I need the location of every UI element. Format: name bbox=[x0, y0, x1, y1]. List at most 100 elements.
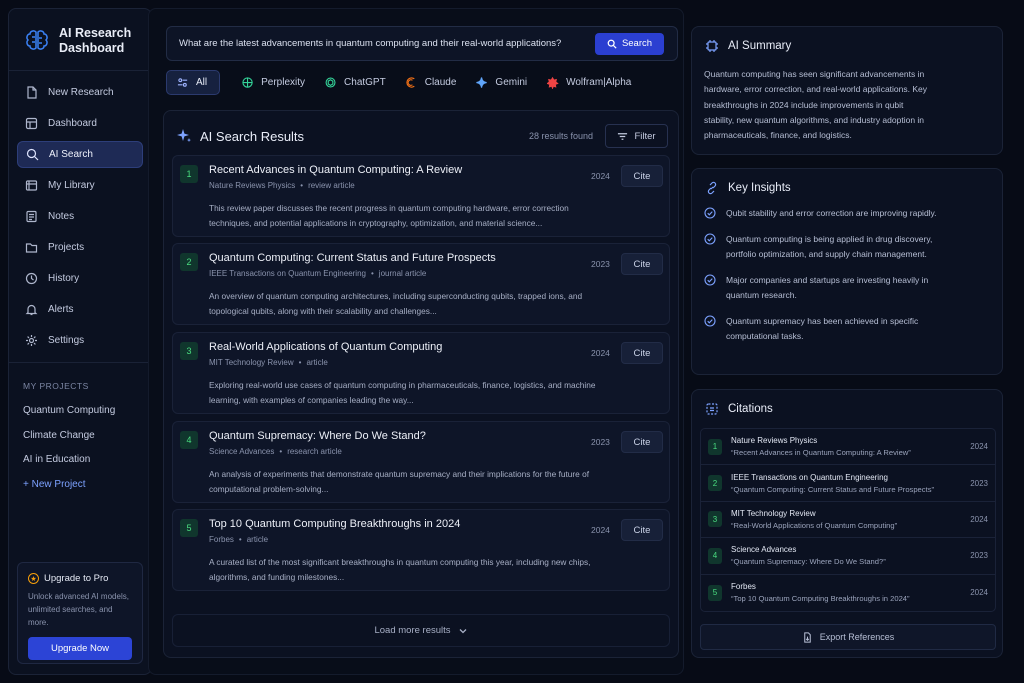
sidebar-item-label: Projects bbox=[48, 242, 85, 253]
check-circle-icon bbox=[704, 274, 716, 286]
tab-label: Perplexity bbox=[261, 77, 306, 88]
result-card[interactable]: 1 Recent Advances in Quantum Computing: A… bbox=[172, 155, 670, 237]
result-type: research article bbox=[287, 447, 342, 456]
insight-item: Qubit stability and error correction are… bbox=[692, 206, 1002, 221]
sidebar-item-dashboard[interactable]: Dashboard bbox=[17, 110, 143, 137]
load-more-button[interactable]: Load more results bbox=[172, 614, 670, 647]
result-number-badge: 1 bbox=[180, 165, 198, 183]
citation-body: MIT Technology Review “Real-World Applica… bbox=[731, 509, 970, 530]
separator-dot: • bbox=[298, 358, 302, 367]
upgrade-description: Unlock advanced AI models, unlimited sea… bbox=[28, 592, 129, 627]
result-title[interactable]: Quantum Supremacy: Where Do We Stand? bbox=[209, 430, 426, 442]
sidebar-item-settings[interactable]: Settings bbox=[17, 327, 143, 354]
sidebar-item-my-library[interactable]: My Library bbox=[17, 172, 143, 199]
citation-year: 2023 bbox=[970, 551, 988, 561]
result-snippet: Exploring real-world use cases of quantu… bbox=[209, 380, 596, 405]
citation-year: 2024 bbox=[970, 588, 988, 598]
insight-text: Qubit stability and error correction are… bbox=[726, 208, 937, 218]
citation-year: 2023 bbox=[970, 478, 988, 488]
source-tabs: All Perplexity ChatGPT Claude Gemini Wolfram|… bbox=[166, 70, 651, 95]
tab-label: ChatGPT bbox=[344, 77, 386, 88]
citation-row[interactable]: 2 IEEE Transactions on Quantum Engineerin… bbox=[701, 465, 995, 502]
citation-number-badge: 2 bbox=[708, 475, 722, 492]
citation-row[interactable]: 1 Nature Reviews Physics “Recent Advances … bbox=[701, 429, 995, 466]
result-year: 2023 bbox=[591, 259, 610, 269]
search-input[interactable]: What are the latest advancements in quan… bbox=[167, 38, 595, 49]
citation-number-badge: 5 bbox=[708, 584, 722, 601]
perplexity-icon bbox=[242, 76, 253, 88]
new-project-link[interactable]: + New Project bbox=[9, 473, 151, 498]
check-circle-icon bbox=[704, 207, 716, 219]
tab-label: All bbox=[196, 77, 208, 88]
sidebar-item-notes[interactable]: Notes bbox=[17, 203, 143, 230]
citation-source: Science Advances bbox=[731, 545, 797, 555]
sidebar-item-ai-search[interactable]: AI Search bbox=[17, 141, 143, 168]
key-insights-header: Key Insights bbox=[692, 169, 1002, 195]
chatgpt-icon bbox=[325, 77, 336, 88]
upgrade-header: ★ Upgrade to Pro bbox=[28, 573, 132, 584]
project-item[interactable]: Climate Change bbox=[9, 424, 151, 449]
ai-summary-header: AI Summary bbox=[692, 27, 1002, 53]
filter-label: Filter bbox=[634, 130, 656, 142]
sidebar-item-alerts[interactable]: Alerts bbox=[17, 296, 143, 323]
export-references-button[interactable]: Export References bbox=[700, 624, 996, 650]
separator-dot: • bbox=[300, 181, 304, 190]
projects-list: Quantum Computing Climate Change AI in Edu… bbox=[9, 399, 151, 473]
citation-title: “Recent Advances in Quantum Computing: A… bbox=[731, 448, 911, 458]
citation-row[interactable]: 5 Forbes “Top 10 Quantum Computing Breakth… bbox=[701, 575, 995, 611]
result-title[interactable]: Quantum Computing: Current Status and Fu… bbox=[209, 252, 496, 264]
sidebar-item-label: AI Search bbox=[49, 149, 93, 160]
sidebar-item-history[interactable]: History bbox=[17, 265, 143, 292]
citation-row[interactable]: 4 Science Advances “Quantum Supremacy: Whe… bbox=[701, 538, 995, 575]
result-card[interactable]: 3 Real-World Applications of Quantum Comp… bbox=[172, 332, 670, 414]
upgrade-now-button[interactable]: Upgrade Now bbox=[28, 637, 132, 660]
sidebar-item-label: Notes bbox=[48, 211, 75, 222]
separator-dot: • bbox=[279, 447, 283, 456]
result-title[interactable]: Real-World Applications of Quantum Compu… bbox=[209, 341, 442, 353]
result-number-badge: 3 bbox=[180, 342, 198, 360]
search-button-label: Search bbox=[621, 38, 653, 49]
cite-button[interactable]: Cite bbox=[621, 431, 663, 453]
citation-row[interactable]: 3 MIT Technology Review “Real-World Applic… bbox=[701, 502, 995, 539]
new-document-icon bbox=[27, 86, 37, 99]
brain-logo-icon bbox=[26, 29, 48, 50]
project-item[interactable]: AI in Education bbox=[9, 448, 151, 473]
result-meta: Forbes • article bbox=[209, 535, 268, 544]
tab-claude[interactable]: Claude bbox=[406, 70, 456, 95]
sidebar-item-label: Alerts bbox=[48, 304, 74, 315]
tab-wolfram-alpha[interactable]: Wolfram|Alpha bbox=[547, 70, 631, 95]
tab-all[interactable]: All bbox=[166, 70, 221, 95]
cite-button[interactable]: Cite bbox=[621, 253, 663, 275]
result-number-badge: 2 bbox=[180, 253, 198, 271]
check-circle-icon bbox=[704, 315, 716, 327]
result-source: Forbes bbox=[209, 535, 234, 544]
search-button[interactable]: Search bbox=[595, 32, 664, 55]
result-snippet: This review paper discusses the recent p… bbox=[209, 203, 569, 228]
insight-item: Major companies and startups are investi… bbox=[692, 273, 1002, 303]
tab-gemini[interactable]: Gemini bbox=[476, 70, 527, 95]
citation-body: IEEE Transactions on Quantum Engineering… bbox=[731, 473, 970, 494]
sidebar-item-projects[interactable]: Projects bbox=[17, 234, 143, 261]
cite-button[interactable]: Cite bbox=[621, 165, 663, 187]
result-source: MIT Technology Review bbox=[209, 358, 294, 367]
sidebar-item-new-research[interactable]: New Research bbox=[17, 79, 143, 106]
result-title[interactable]: Top 10 Quantum Computing Breakthroughs i… bbox=[209, 518, 460, 530]
result-year: 2024 bbox=[591, 525, 610, 535]
cite-button[interactable]: Cite bbox=[621, 519, 663, 541]
result-title[interactable]: Recent Advances in Quantum Computing: A … bbox=[209, 164, 462, 176]
library-icon bbox=[25, 180, 38, 191]
sidebar-item-label: My Library bbox=[48, 180, 95, 191]
tab-chatgpt[interactable]: ChatGPT bbox=[325, 70, 386, 95]
filter-button[interactable]: Filter bbox=[605, 124, 668, 148]
citation-number-badge: 1 bbox=[708, 438, 722, 455]
wolfram-icon bbox=[547, 76, 559, 89]
separator-dot: • bbox=[370, 269, 374, 278]
tab-perplexity[interactable]: Perplexity bbox=[242, 70, 305, 95]
citations-icon bbox=[706, 403, 718, 415]
result-card[interactable]: 4 Quantum Supremacy: Where Do We Stand? Sc… bbox=[172, 421, 670, 503]
search-icon bbox=[26, 148, 39, 161]
result-card[interactable]: 5 Top 10 Quantum Computing Breakthroughs … bbox=[172, 509, 670, 591]
project-item[interactable]: Quantum Computing bbox=[9, 399, 151, 424]
result-card[interactable]: 2 Quantum Computing: Current Status and F… bbox=[172, 243, 670, 325]
cite-button[interactable]: Cite bbox=[621, 342, 663, 364]
